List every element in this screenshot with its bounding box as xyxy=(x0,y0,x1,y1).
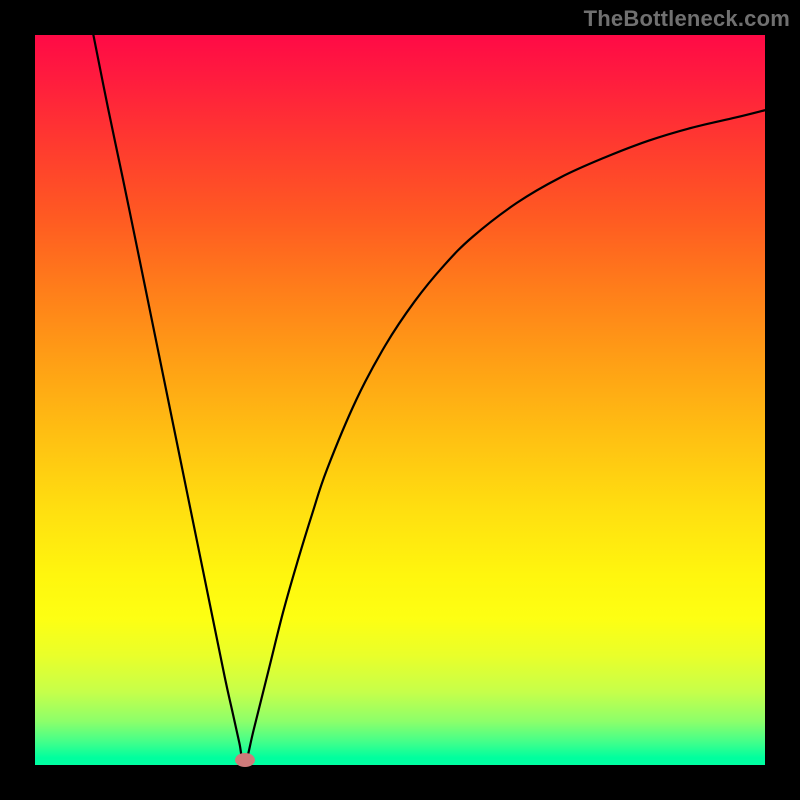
bottleneck-curve xyxy=(35,35,765,765)
plot-area xyxy=(35,35,765,765)
watermark-text: TheBottleneck.com xyxy=(584,6,790,32)
minimum-marker xyxy=(235,753,255,767)
chart-frame: TheBottleneck.com xyxy=(0,0,800,800)
